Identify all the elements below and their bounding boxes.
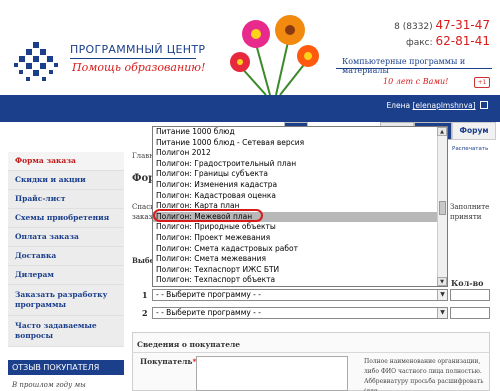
highlight-annotation-oval <box>153 209 263 222</box>
dropdown-option[interactable]: Полигон: Природные объекты <box>153 222 447 233</box>
sidebar-item-delivery[interactable]: Доставка <box>8 247 124 266</box>
buyer-label-text: Покупатель <box>140 357 193 366</box>
sidebar: Форма заказа Скидки и акции Прайс-лист С… <box>8 140 124 347</box>
sidebar-item-dealers[interactable]: Дилерам <box>8 266 124 285</box>
user-name: Елена <box>386 101 411 110</box>
phone-number[interactable]: 47-31-47 <box>436 18 490 32</box>
google-plus-button[interactable]: +1 <box>474 77 490 88</box>
chevron-down-icon[interactable]: ▼ <box>437 290 447 300</box>
phone-prefix: 8 (8332) <box>394 22 433 32</box>
sidebar-item-discounts[interactable]: Скидки и акции <box>8 171 124 190</box>
dropdown-option[interactable]: Полигон: Кадастровая оценка <box>153 191 447 202</box>
program-dropdown-list[interactable]: Питание 1000 блюд Питание 1000 блюд - Се… <box>152 126 448 287</box>
dropdown-option[interactable]: Питание 1000 блюд <box>153 127 447 138</box>
fax-prefix: факс: <box>406 38 433 48</box>
row-number-2: 2 <box>142 308 148 318</box>
dropdown-option[interactable]: Полигон 2012 <box>153 148 447 159</box>
fax-row: факс: 62-81-41 <box>394 34 490 50</box>
buyer-hint: Полное наименование организации, либо ФИ… <box>364 358 484 391</box>
subtitle-underline <box>336 68 492 69</box>
anniversary-text: 10 лет с Вами! <box>383 77 449 86</box>
site-header: ПРОГРАММНЫЙ ЦЕНТР Помощь образованию! 8 … <box>0 0 500 95</box>
qty-input-2[interactable] <box>450 307 490 319</box>
scroll-down-icon[interactable]: ▼ <box>437 277 447 286</box>
brand-slogan: Помощь образованию! <box>72 61 206 74</box>
dropdown-option[interactable]: Полигон: Проект межевания <box>153 233 447 244</box>
program-select-1[interactable]: - - Выберите программу - - ▼ <box>152 289 448 301</box>
contacts-block: 8 (8332) 47-31-47 факс: 62-81-41 <box>394 18 490 50</box>
print-link[interactable]: Распечатать <box>452 146 488 152</box>
program-select-1-value: - - Выберите программу - - <box>156 290 261 299</box>
buyer-textarea[interactable] <box>196 356 348 391</box>
fax-number: 62-81-41 <box>435 34 490 48</box>
intro-text-right: Заполните приняти <box>450 202 489 222</box>
dropdown-option[interactable]: Полигон: Изменения кадастра <box>153 180 447 191</box>
breadcrumb[interactable]: Главн <box>132 152 154 160</box>
review-text: В прошлом году мы <box>12 381 86 389</box>
brand-underline <box>70 58 196 59</box>
phone-row: 8 (8332) 47-31-47 <box>394 18 490 34</box>
header-subtitle: Компьютерные программы и материалы <box>342 57 466 75</box>
program-select-2[interactable]: - - Выберите программу - - ▼ <box>152 307 448 319</box>
brand-title[interactable]: ПРОГРАММНЫЙ ЦЕНТР <box>70 43 205 56</box>
dropdown-scrollbar[interactable]: ▲ ▼ <box>437 127 447 286</box>
tab-forum[interactable]: Форум <box>452 122 496 140</box>
buyer-label: Покупатель* <box>140 357 196 366</box>
review-title: ОТЗЫВ ПОКУПАТЕЛЯ <box>8 360 124 375</box>
dropdown-option[interactable]: Полигон: Градостроительный план <box>153 159 447 170</box>
program-select-2-value: - - Выберите программу - - <box>156 308 261 317</box>
sidebar-item-order-form[interactable]: Форма заказа <box>8 152 124 171</box>
buyer-info-title: Сведения о покупателе <box>137 340 241 349</box>
flowers-image <box>230 15 319 95</box>
scroll-up-icon[interactable]: ▲ <box>437 127 447 136</box>
chevron-down-icon[interactable]: ▼ <box>437 308 447 318</box>
intro-right-line-2: приняти <box>450 213 482 221</box>
user-login-link[interactable]: [elenaplmshnva] <box>412 101 475 110</box>
user-info: Елена [elenaplmshnva] <box>386 101 488 110</box>
scrollbar-thumb[interactable] <box>439 201 446 215</box>
dropdown-option[interactable]: Полигон: Техпаспорт объекта <box>153 275 447 286</box>
dropdown-option[interactable]: Полигон: Техпаспорт ИЖС БТИ <box>153 265 447 276</box>
sidebar-item-custom-dev[interactable]: Заказать разработку программы <box>8 285 124 316</box>
sidebar-top-gap <box>8 140 124 152</box>
sidebar-item-price-list[interactable]: Прайс-лист <box>8 190 124 209</box>
logo-mark-icon <box>14 42 58 81</box>
sidebar-item-payment[interactable]: Оплата заказа <box>8 228 124 247</box>
buyer-info-divider <box>132 352 490 353</box>
dropdown-option[interactable]: Питание 1000 блюд - Сетевая версия <box>153 138 447 149</box>
row-number-1: 1 <box>142 290 148 300</box>
dropdown-option[interactable]: Полигон: Смета межевания <box>153 254 447 265</box>
dropdown-option[interactable]: Полигон: Границы субъекта <box>153 169 447 180</box>
dropdown-option[interactable]: Полигон: Смета кадастровых работ <box>153 244 447 255</box>
qty-heading: Кол-во <box>451 278 484 288</box>
intro-right-line-1: Заполните <box>450 203 490 211</box>
qty-input-1[interactable] <box>450 289 490 301</box>
sidebar-item-faq[interactable]: Часто задаваемые вопросы <box>8 316 124 347</box>
logout-icon[interactable] <box>480 101 488 109</box>
sidebar-item-purchase-schemes[interactable]: Схемы приобретения <box>8 209 124 228</box>
